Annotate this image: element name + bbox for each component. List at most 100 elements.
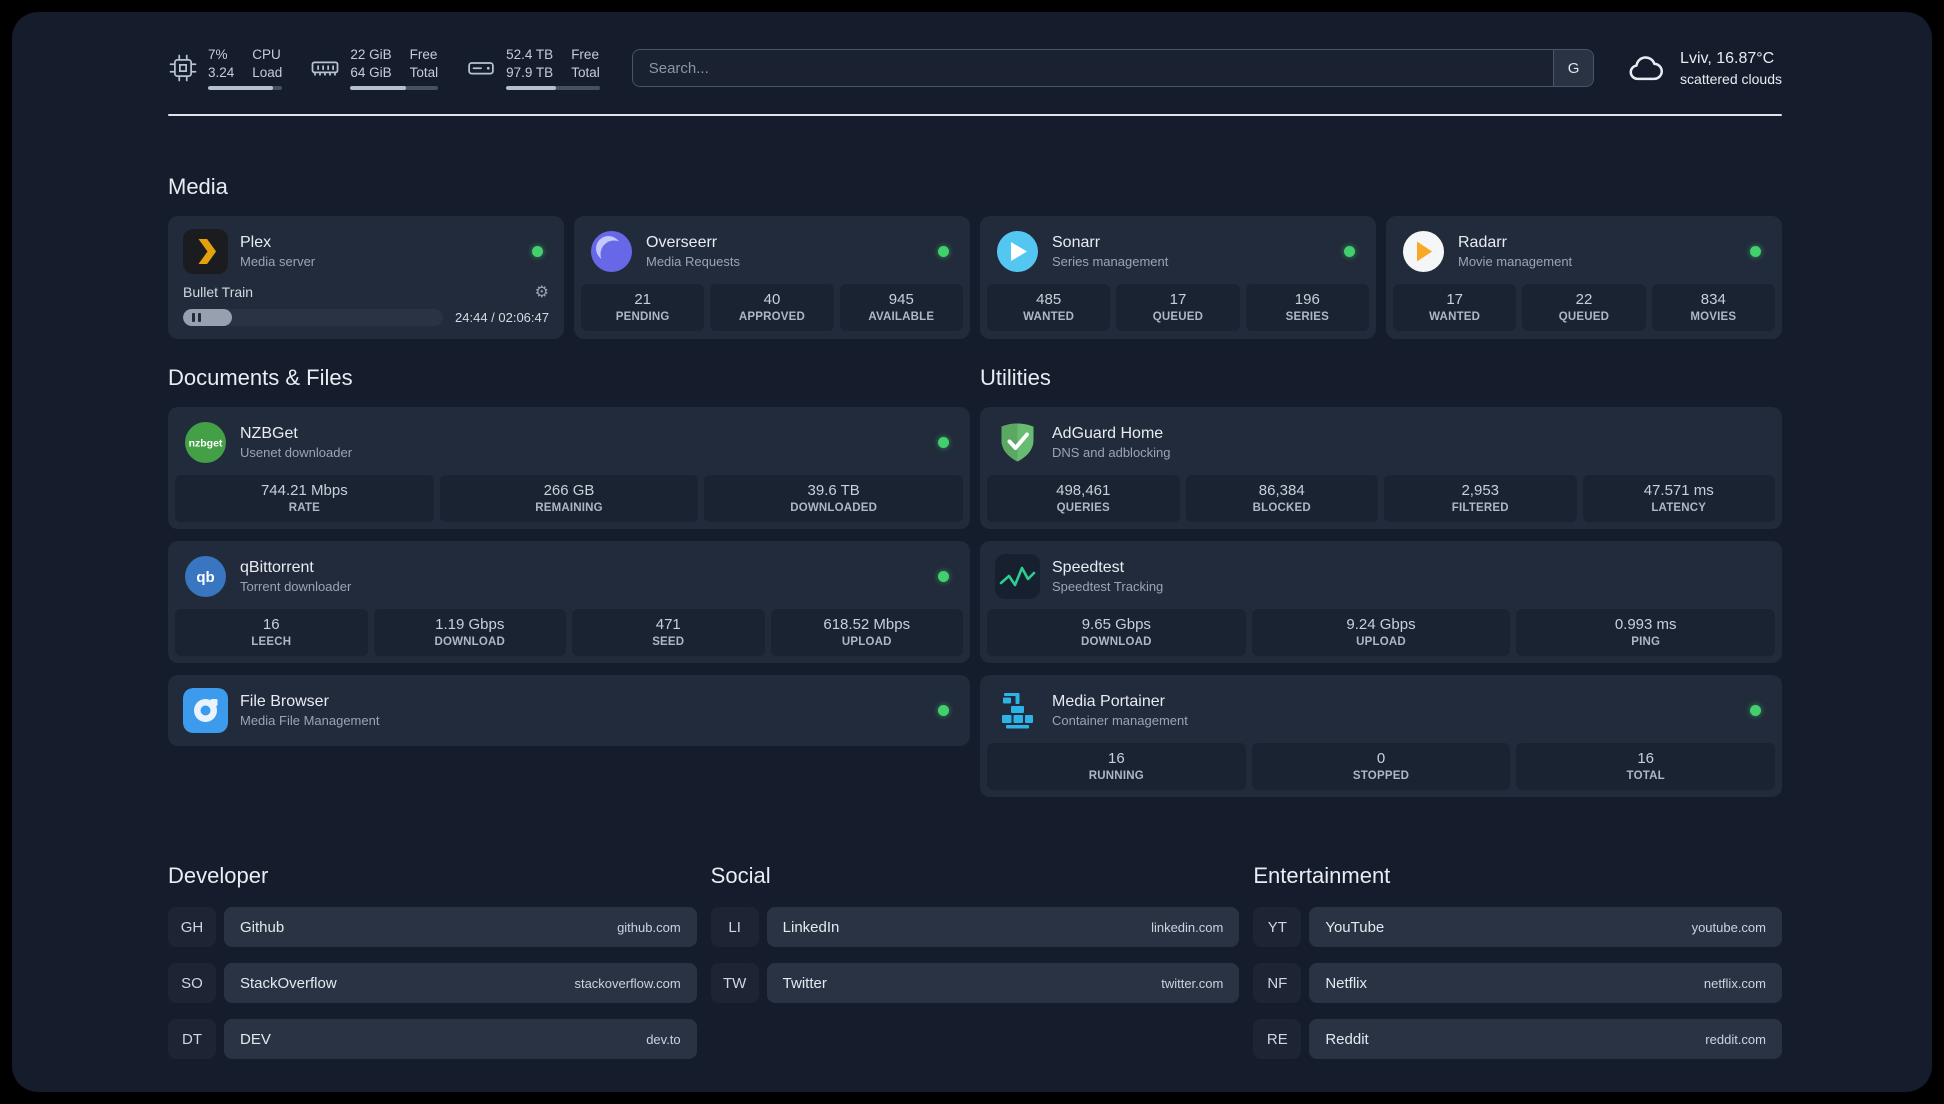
cpu-progress-track [208,86,283,91]
bookmark-abbr: YT [1253,907,1302,948]
bookmark-dev[interactable]: DT DEV dev.to [168,1019,697,1060]
service-card-filebrowser[interactable]: File Browser Media File Management [168,675,970,747]
memory-icon [311,61,339,76]
bookmark-url: github.com [617,919,681,935]
bookmark-url: netflix.com [1703,975,1766,991]
stat-tile: 485 WANTED [987,284,1111,332]
memory-total-value: 64 GiB [350,65,392,81]
bookmark-stackoverflow[interactable]: SO StackOverflow stackoverflow.com [168,963,697,1004]
cloud-icon [1629,56,1663,81]
stat-tile: 40 APPROVED [710,284,834,332]
bookmark-linkedin[interactable]: LI LinkedIn linkedin.com [710,907,1240,948]
adguard-icon [1001,423,1034,462]
weather-condition: scattered clouds [1680,70,1782,87]
bookmark-name: StackOverflow [240,974,337,992]
service-name: Speedtest [1052,559,1125,577]
cpu-progress-fill [208,86,273,91]
service-subtitle: Movie management [1458,254,1573,270]
status-dot [938,437,949,449]
service-subtitle: Usenet downloader [240,445,353,461]
bookmark-abbr: DT [168,1019,216,1060]
disk-progress-track [506,86,600,91]
status-dot [938,246,949,258]
filebrowser-icon [183,688,228,734]
service-card-overseerr[interactable]: Overseerr Media Requests 21 PENDING 40 A… [574,216,970,340]
bookmark-url: dev.to [646,1031,681,1047]
cpu-icon [169,54,197,82]
stat-tile: 9.65 Gbps DOWNLOAD [987,609,1246,657]
service-card-nzbget[interactable]: nzbget NZBGet Usenet downloader 744.21 M… [168,407,970,530]
memory-progress-track [350,86,439,91]
service-subtitle: Speedtest Tracking [1052,579,1164,595]
bookmark-twitter[interactable]: TW Twitter twitter.com [710,963,1240,1004]
cpu-label-2: Load [252,65,283,81]
stat-tile: 618.52 Mbps UPLOAD [770,609,963,657]
memory-label-1: Free [409,47,438,62]
stat-tile: 0 STOPPED [1251,743,1511,791]
stat-tile: 498,461 QUERIES [987,475,1180,523]
stat-tile: 39.6 TB DOWNLOADED [704,475,964,523]
service-card-sonarr[interactable]: Sonarr Series management 485 WANTED 17 Q… [980,216,1376,340]
bookmark-url: stackoverflow.com [574,975,681,991]
bookmark-netflix[interactable]: NF Netflix netflix.com [1253,963,1782,1004]
search-input[interactable] [632,59,1554,77]
stat-tile: 22 QUEUED [1522,284,1646,332]
bookmark-abbr: GH [168,907,216,948]
bookmark-reddit[interactable]: RE Reddit reddit.com [1253,1019,1782,1060]
disk-free-value: 52.4 TB [506,47,554,62]
stat-tile: 2,953 FILTERED [1384,475,1577,523]
service-name: AdGuard Home [1052,425,1164,443]
memory-widget: 22 GiB Free 64 GiB Total [310,46,439,91]
service-subtitle: DNS and adblocking [1052,445,1171,461]
status-dot [938,705,949,717]
stat-tile: 16 TOTAL [1516,743,1776,791]
svg-text:qb: qb [196,569,214,586]
stat-tile: 86,384 BLOCKED [1185,475,1378,523]
service-subtitle: Media File Management [240,713,380,729]
service-name: qBittorrent [240,559,314,577]
weather-widget: Lviv, 16.87°C scattered clouds [1622,48,1782,88]
stat-tile: 47.571 ms LATENCY [1582,475,1775,523]
service-card-speedtest[interactable]: Speedtest Speedtest Tracking 9.65 Gbps D… [980,541,1782,664]
section-title-developer: Developer [168,863,269,889]
bookmark-abbr: SO [168,963,216,1004]
bookmark-url: twitter.com [1161,975,1224,991]
status-dot [938,571,949,583]
service-card-adguard[interactable]: AdGuard Home DNS and adblocking 498,461 … [980,407,1782,530]
status-dot [1344,246,1355,258]
service-name: Radarr [1458,234,1507,252]
service-card-plex[interactable]: Plex Media server Bullet Train ⚙ 24:44 /… [168,216,564,340]
header-divider [168,114,1782,117]
bookmark-youtube[interactable]: YT YouTube youtube.com [1253,907,1782,948]
section-title-documents: Documents & Files [168,365,353,391]
pause-icon[interactable] [192,313,195,323]
memory-label-2: Total [409,65,439,81]
nzbget-icon: nzbget [185,422,226,464]
gear-icon[interactable]: ⚙ [535,282,549,301]
section-title-media: Media [168,174,228,200]
bookmark-abbr: LI [710,907,759,948]
service-subtitle: Series management [1052,254,1169,270]
status-dot [532,246,543,258]
speedtest-icon [995,554,1040,600]
service-card-qbittorrent[interactable]: qb qBittorrent Torrent downloader 16 LEE… [168,541,970,664]
stat-tile: 266 GB REMAINING [439,475,699,523]
service-card-portainer[interactable]: Media Portainer Container management 16 … [980,675,1782,798]
disk-label-1: Free [571,47,599,62]
bookmark-url: reddit.com [1705,1031,1766,1047]
bookmarks-developer: Developer GH Github github.com SO StackO… [168,863,697,1075]
overseerr-icon [591,231,632,273]
section-title-utilities: Utilities [980,365,1051,391]
qbittorrent-icon: qb [185,556,226,598]
bookmarks-social: Social LI LinkedIn linkedin.com TW Twitt… [710,863,1240,1019]
stat-tile: 17 WANTED [1393,284,1517,332]
playback-progress-track[interactable] [183,309,444,327]
bookmarks-entertainment: Entertainment YT YouTube youtube.com NF … [1253,863,1782,1075]
search-provider-button[interactable]: G [1553,50,1594,87]
bookmark-name: LinkedIn [782,918,840,936]
media-card-grid: Plex Media server Bullet Train ⚙ 24:44 /… [168,216,1782,340]
playback-time: 24:44 / 02:06:47 [455,310,549,326]
service-card-radarr[interactable]: Radarr Movie management 17 WANTED 22 QUE… [1386,216,1782,340]
disk-icon [468,62,494,75]
bookmark-github[interactable]: GH Github github.com [168,907,697,948]
